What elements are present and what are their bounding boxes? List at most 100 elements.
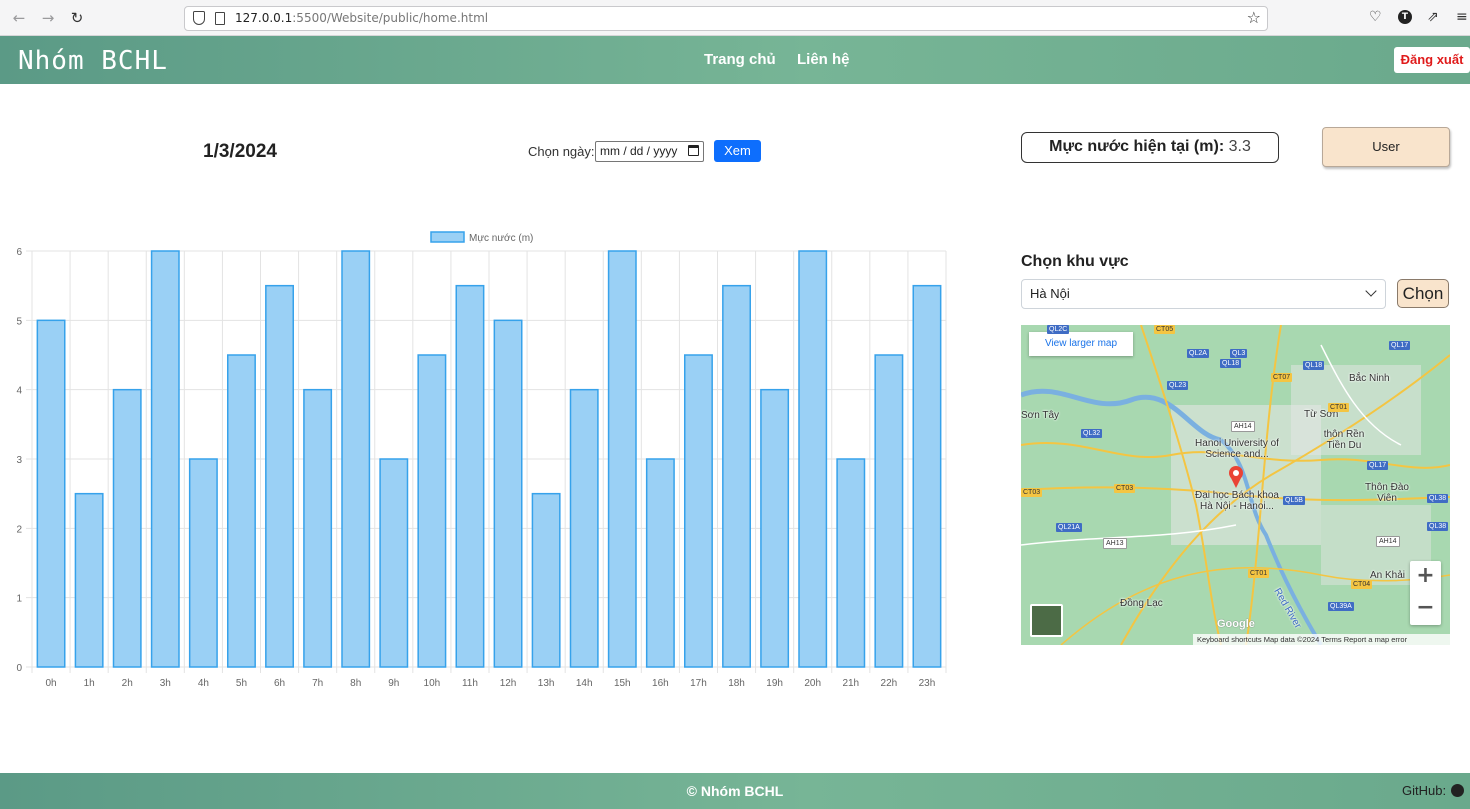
- chart-bar[interactable]: [683, 354, 713, 668]
- y-tick-label: 6: [16, 247, 22, 258]
- x-tick-label: 7h: [312, 678, 323, 689]
- nav-contact-link[interactable]: Liên hệ: [797, 51, 850, 68]
- area-selected-value: Hà Nội: [1030, 286, 1070, 301]
- chart-bar[interactable]: [74, 492, 104, 668]
- address-bar[interactable]: 127.0.0.1:5500/Website/public/home.html …: [184, 6, 1268, 31]
- shield-icon[interactable]: [193, 11, 205, 25]
- view-button[interactable]: Xem: [714, 140, 761, 162]
- legend-label[interactable]: Mực nước (m): [469, 233, 533, 244]
- map-place-label: Hanoi University of Science and...: [1195, 438, 1279, 460]
- road-tag: QL38: [1427, 522, 1449, 531]
- x-tick-label: 4h: [198, 678, 209, 689]
- chart-bar[interactable]: [341, 250, 371, 668]
- github-label: GitHub:: [1402, 783, 1447, 798]
- road-tag: QL5B: [1283, 496, 1305, 505]
- road-tag: QL32: [1081, 429, 1103, 438]
- date-picker-input[interactable]: mm / dd / yyyy: [595, 141, 704, 162]
- chart-bar[interactable]: [379, 458, 409, 668]
- browser-toolbar: ← → ↻ 127.0.0.1:5500/Website/public/home…: [0, 0, 1470, 36]
- chart-bar[interactable]: [912, 284, 942, 668]
- x-tick-label: 11h: [462, 678, 478, 689]
- road-tag: QL18: [1220, 359, 1242, 368]
- chart-bar[interactable]: [645, 458, 675, 668]
- road-tag: AH14: [1231, 421, 1255, 432]
- area-select[interactable]: Hà Nội: [1021, 279, 1386, 309]
- road-tag: QL38: [1427, 494, 1449, 503]
- user-button[interactable]: User: [1322, 127, 1450, 167]
- current-level-display: Mực nước hiện tại (m): 3.3: [1021, 132, 1279, 163]
- road-tag: QL3: [1230, 349, 1248, 358]
- chart-bar[interactable]: [188, 458, 218, 668]
- x-tick-label: 21h: [842, 678, 859, 689]
- calendar-icon[interactable]: [688, 145, 699, 156]
- back-icon[interactable]: ←: [9, 8, 29, 28]
- x-tick-label: 5h: [236, 678, 247, 689]
- road-tag: QL17: [1389, 341, 1411, 350]
- view-larger-map-link[interactable]: View larger map: [1029, 332, 1133, 356]
- road-tag: CT01: [1328, 403, 1350, 412]
- embedded-map[interactable]: View larger map Bắc Ninh Từ Sơn thôn Rền…: [1021, 325, 1450, 645]
- url-text[interactable]: 127.0.0.1:5500/Website/public/home.html: [235, 11, 488, 25]
- x-tick-label: 1h: [84, 678, 95, 689]
- chart-bar[interactable]: [493, 319, 523, 668]
- map-place-label: Bắc Ninh: [1349, 373, 1390, 384]
- chart-bar[interactable]: [226, 354, 256, 668]
- satellite-toggle[interactable]: [1030, 604, 1063, 637]
- chart-bar[interactable]: [607, 250, 637, 668]
- chart-bar[interactable]: [150, 250, 180, 668]
- map-place-label: Đồng Lạc: [1120, 598, 1163, 609]
- x-tick-label: 22h: [881, 678, 898, 689]
- y-tick-label: 2: [16, 524, 22, 535]
- chart-bar[interactable]: [36, 319, 66, 668]
- menu-icon[interactable]: ≡: [1456, 9, 1468, 25]
- chart-bar[interactable]: [112, 388, 142, 668]
- choose-area-button[interactable]: Chọn: [1397, 279, 1449, 308]
- extensions-puzzle-icon[interactable]: ⇗: [1427, 9, 1439, 25]
- map-place-label: Đại học Bách khoa Hà Nội - Hanoi...: [1195, 490, 1279, 512]
- x-tick-label: 0h: [45, 678, 56, 689]
- map-zoom-control: + −: [1410, 561, 1441, 625]
- x-tick-label: 8h: [350, 678, 361, 689]
- water-level-chart: 0 1 2 3 4 5 6 0h 1h 2h 3h 4h 5h 6h 7h 8h 9h 10h 11h 12h 13h 1…: [0, 222, 960, 697]
- pocket-icon[interactable]: ♡: [1369, 9, 1382, 25]
- logout-button[interactable]: Đăng xuất: [1394, 47, 1470, 73]
- star-icon[interactable]: ☆: [1247, 8, 1261, 27]
- x-tick-label: 6h: [274, 678, 285, 689]
- road-tag: CT03: [1021, 488, 1043, 497]
- y-tick-label: 1: [16, 594, 22, 605]
- chart-bar[interactable]: [569, 388, 599, 668]
- zoom-in-button[interactable]: +: [1410, 561, 1441, 593]
- chart-bar[interactable]: [265, 284, 295, 668]
- y-tick-label: 0: [16, 663, 22, 674]
- reload-icon[interactable]: ↻: [67, 8, 87, 28]
- extension-icon[interactable]: T: [1398, 10, 1412, 24]
- forward-icon[interactable]: →: [38, 8, 58, 28]
- road-tag: CT03: [1114, 484, 1136, 493]
- road-tag: QL21A: [1056, 523, 1082, 532]
- chart-bar[interactable]: [874, 354, 904, 668]
- chart-bar[interactable]: [531, 492, 561, 668]
- map-attribution[interactable]: Keyboard shortcuts Map data ©2024 Terms …: [1193, 634, 1450, 645]
- x-tick-label: 17h: [690, 678, 707, 689]
- road-tag: CT07: [1271, 373, 1293, 382]
- chart-bar[interactable]: [303, 388, 333, 668]
- chart-bar[interactable]: [417, 354, 447, 668]
- x-tick-label: 2h: [122, 678, 133, 689]
- github-link[interactable]: GitHub:: [1402, 783, 1465, 798]
- road-tag: QL18: [1303, 361, 1325, 370]
- x-tick-label: 23h: [919, 678, 936, 689]
- chevron-down-icon: [1365, 285, 1377, 297]
- current-level-label: Mực nước hiện tại (m):: [1049, 138, 1225, 155]
- brand-logo[interactable]: Nhóm BCHL: [18, 46, 168, 76]
- nav-home-link[interactable]: Trang chủ: [704, 51, 776, 68]
- chart-bar[interactable]: [722, 284, 752, 668]
- chart-bar[interactable]: [798, 250, 828, 668]
- zoom-out-button[interactable]: −: [1410, 593, 1441, 625]
- chart-bar[interactable]: [760, 388, 790, 668]
- road-tag: CT01: [1248, 569, 1270, 578]
- map-place-label: Sơn Tây: [1021, 410, 1060, 421]
- legend-swatch[interactable]: [430, 231, 465, 243]
- chart-bar[interactable]: [455, 284, 485, 668]
- chart-bar[interactable]: [836, 458, 866, 668]
- github-icon[interactable]: [1451, 784, 1465, 797]
